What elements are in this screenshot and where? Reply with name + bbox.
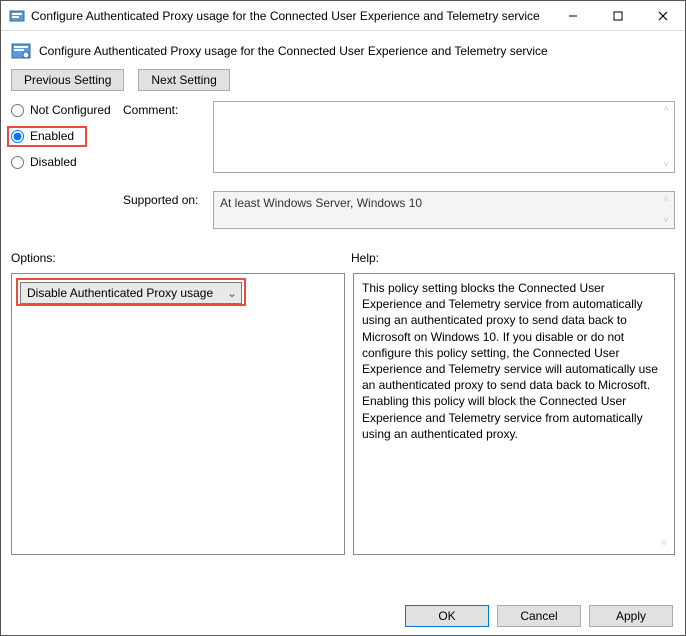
proxy-usage-dropdown[interactable]: Disable Authenticated Proxy usage ⌄ — [20, 282, 242, 304]
supported-on-text: At least Windows Server, Windows 10 — [220, 196, 422, 210]
radio-disabled-label: Disabled — [30, 155, 77, 169]
radio-not-configured[interactable]: Not Configured — [11, 103, 123, 117]
minimize-button[interactable] — [550, 1, 595, 30]
close-button[interactable] — [640, 1, 685, 30]
spacer — [11, 191, 123, 193]
radio-enabled-input[interactable] — [11, 130, 24, 143]
supported-on-label: Supported on: — [123, 191, 213, 207]
ok-button[interactable]: OK — [405, 605, 489, 627]
previous-setting-button[interactable]: Previous Setting — [11, 69, 124, 91]
options-label: Options: — [11, 251, 351, 265]
help-text: This policy setting blocks the Connected… — [362, 281, 658, 441]
supported-on-box: At least Windows Server, Windows 10 ˄ ˅ — [213, 191, 675, 229]
radio-enabled-label: Enabled — [30, 129, 74, 143]
next-setting-button[interactable]: Next Setting — [138, 69, 229, 91]
options-pane: Disable Authenticated Proxy usage ⌄ — [11, 273, 345, 555]
nav-row: Previous Setting Next Setting — [1, 65, 685, 101]
policy-large-icon — [11, 41, 31, 61]
scroll-down-icon: ˅ — [658, 537, 670, 551]
help-pane: This policy setting blocks the Connected… — [353, 273, 675, 555]
footer: OK Cancel Apply — [405, 605, 673, 627]
titlebar: Configure Authenticated Proxy usage for … — [1, 1, 685, 31]
cancel-button[interactable]: Cancel — [497, 605, 581, 627]
apply-button[interactable]: Apply — [589, 605, 673, 627]
window-title: Configure Authenticated Proxy usage for … — [31, 9, 550, 23]
comment-label: Comment: — [123, 101, 213, 117]
help-label: Help: — [351, 251, 379, 265]
scroll-up-icon: ˄ — [660, 194, 672, 205]
proxy-usage-dropdown-value: Disable Authenticated Proxy usage — [27, 286, 213, 300]
radio-not-configured-input[interactable] — [11, 104, 24, 117]
chevron-down-icon: ⌄ — [227, 286, 237, 300]
scroll-down-icon: ˅ — [660, 215, 672, 226]
radio-disabled[interactable]: Disabled — [11, 155, 123, 169]
radio-not-configured-label: Not Configured — [30, 103, 111, 117]
scroll-down-icon: ˅ — [660, 159, 672, 170]
subheader: Configure Authenticated Proxy usage for … — [1, 31, 685, 65]
radio-enabled[interactable]: Enabled — [11, 129, 123, 143]
radio-disabled-input[interactable] — [11, 156, 24, 169]
policy-icon — [9, 8, 25, 24]
subheader-title: Configure Authenticated Proxy usage for … — [39, 44, 548, 58]
comment-textbox[interactable]: ˄ ˅ — [213, 101, 675, 173]
maximize-button[interactable] — [595, 1, 640, 30]
scroll-up-icon: ˄ — [660, 104, 672, 115]
